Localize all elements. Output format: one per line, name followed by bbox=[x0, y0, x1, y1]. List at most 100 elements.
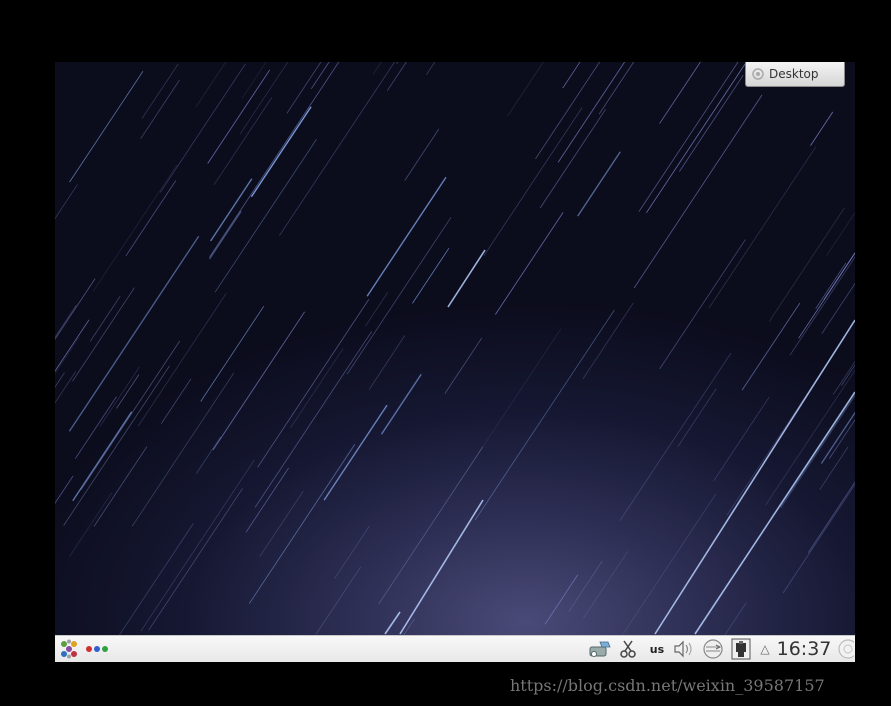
bright-star-trail bbox=[384, 611, 401, 635]
bright-star-trail bbox=[694, 391, 855, 635]
star-trail bbox=[479, 328, 562, 453]
star-trail bbox=[426, 62, 436, 75]
star-trail bbox=[828, 419, 855, 459]
star-trail bbox=[768, 207, 845, 322]
star-trail bbox=[69, 70, 144, 183]
star-trail bbox=[659, 62, 701, 124]
star-trail bbox=[74, 396, 117, 459]
star-trail bbox=[346, 217, 452, 375]
star-trail bbox=[323, 404, 388, 501]
star-trail bbox=[789, 256, 855, 356]
star-trail bbox=[63, 365, 170, 526]
star-trail bbox=[250, 106, 312, 198]
star-trail bbox=[254, 331, 373, 508]
star-trail bbox=[148, 488, 243, 631]
star-trail bbox=[583, 551, 629, 619]
star-trail bbox=[239, 62, 289, 135]
star-trail bbox=[55, 475, 74, 504]
star-trail bbox=[140, 79, 180, 139]
star-trail bbox=[259, 490, 304, 557]
kickoff-launcher-icon[interactable] bbox=[57, 636, 81, 662]
star-trail bbox=[55, 304, 77, 338]
star-trail bbox=[118, 523, 194, 635]
star-trail bbox=[55, 62, 84, 116]
star-trail bbox=[782, 483, 855, 594]
star-trail bbox=[659, 239, 746, 370]
star-trail bbox=[89, 295, 121, 342]
virtual-desktop-pager[interactable] bbox=[83, 636, 111, 662]
star-trail bbox=[562, 62, 581, 89]
star-trail bbox=[544, 574, 579, 625]
star-trail bbox=[55, 62, 84, 101]
star-trail bbox=[131, 372, 235, 527]
star-trail bbox=[495, 212, 564, 315]
star-trail bbox=[207, 69, 271, 164]
star-trail bbox=[396, 62, 399, 65]
pager-desktop-3[interactable] bbox=[102, 646, 108, 652]
panel-clock[interactable]: 16:37 bbox=[775, 636, 833, 662]
star-trail bbox=[55, 336, 80, 375]
klipper-clipboard-icon[interactable] bbox=[617, 636, 639, 662]
plasma-icon bbox=[752, 68, 764, 80]
desktop-toolbox-button[interactable]: Desktop bbox=[745, 62, 845, 87]
star-trail bbox=[633, 94, 763, 289]
star-trail bbox=[159, 63, 246, 193]
star-trail bbox=[55, 62, 143, 73]
star-trail bbox=[741, 302, 801, 391]
star-trail bbox=[160, 378, 192, 424]
star-trail bbox=[557, 62, 626, 163]
star-trail bbox=[619, 352, 732, 521]
desktop-wallpaper[interactable] bbox=[55, 62, 855, 635]
keyboard-layout-indicator[interactable]: us bbox=[645, 636, 669, 662]
bright-star-trail bbox=[447, 249, 486, 308]
star-trail bbox=[677, 388, 717, 448]
star-trail bbox=[137, 293, 227, 427]
star-trail bbox=[582, 302, 634, 380]
pager-desktop-1[interactable] bbox=[86, 646, 92, 652]
star-trail bbox=[334, 525, 370, 579]
star-trail bbox=[368, 335, 406, 390]
star-trail bbox=[210, 178, 253, 242]
star-trail bbox=[315, 566, 362, 635]
tray-expand-arrow-icon[interactable]: △ bbox=[757, 636, 773, 662]
star-trail bbox=[444, 337, 483, 394]
star-trail bbox=[708, 146, 817, 309]
device-notifier-icon[interactable] bbox=[729, 636, 753, 662]
star-trail bbox=[125, 180, 177, 257]
star-trail bbox=[55, 184, 78, 220]
star-trail bbox=[214, 138, 317, 293]
panel-toolbox-icon[interactable] bbox=[833, 636, 855, 662]
star-trail bbox=[72, 287, 135, 382]
star-trail bbox=[55, 371, 77, 404]
star-trail bbox=[80, 340, 181, 491]
desktop-toolbox-label: Desktop bbox=[769, 67, 819, 81]
star-trail bbox=[195, 62, 227, 108]
bright-star-trail bbox=[399, 499, 484, 635]
star-trail bbox=[679, 74, 744, 172]
star-trail bbox=[364, 292, 389, 327]
star-trail bbox=[72, 411, 133, 502]
star-trail bbox=[92, 164, 178, 292]
volume-icon[interactable] bbox=[671, 636, 697, 662]
star-trail bbox=[310, 62, 330, 90]
star-trail bbox=[819, 446, 849, 490]
star-trail bbox=[568, 560, 603, 613]
pager-desktop-2[interactable] bbox=[94, 646, 100, 652]
star-trail bbox=[68, 235, 200, 432]
star-trail bbox=[412, 247, 450, 304]
package-updater-icon[interactable] bbox=[587, 636, 613, 662]
star-trail bbox=[140, 459, 255, 632]
star-trail bbox=[279, 62, 396, 236]
network-manager-icon[interactable] bbox=[700, 636, 726, 662]
star-trail bbox=[55, 319, 90, 372]
star-trail bbox=[290, 347, 344, 429]
star-trail bbox=[598, 62, 635, 115]
star-trail bbox=[810, 111, 834, 146]
star-trail bbox=[539, 109, 606, 209]
star-trail bbox=[826, 212, 855, 256]
bright-star-trail bbox=[654, 319, 855, 635]
star-trail bbox=[116, 374, 140, 409]
star-trail bbox=[404, 128, 440, 181]
watermark-url: https://blog.csdn.net/weixin_39587157 bbox=[510, 676, 825, 695]
star-trail bbox=[483, 107, 583, 257]
